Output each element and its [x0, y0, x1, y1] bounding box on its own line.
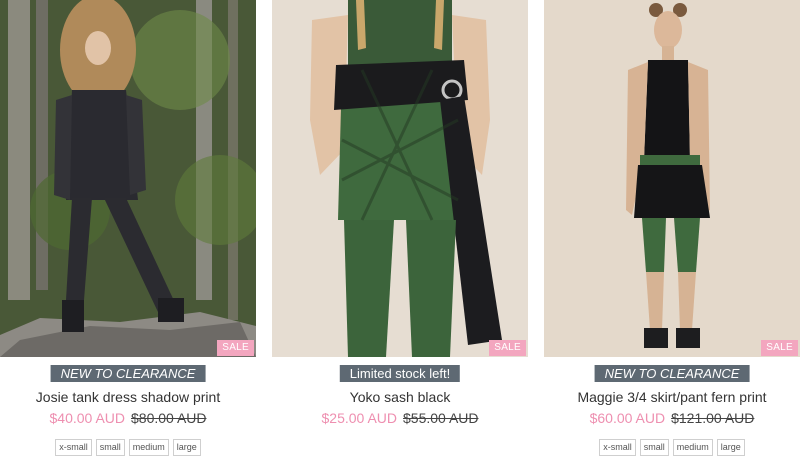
product-image-maggie[interactable]: SALE [544, 0, 800, 357]
sale-badge: SALE [761, 340, 798, 356]
product-title[interactable]: Yoko sash black [272, 389, 528, 405]
price-row: $25.00 AUD $55.00 AUD [272, 410, 528, 426]
product-card-josie[interactable]: SALE NEW TO CLEARANCE Josie tank dress s… [0, 0, 256, 472]
sale-price: $60.00 AUD [589, 410, 666, 426]
original-price: $121.00 AUD [671, 410, 755, 426]
product-image-josie[interactable]: SALE [0, 0, 256, 357]
size-option-large[interactable]: large [716, 439, 745, 456]
sale-price: $25.00 AUD [321, 410, 398, 426]
clearance-tag: NEW TO CLEARANCE [50, 365, 206, 382]
size-option-medium[interactable]: medium [128, 439, 169, 456]
sale-badge: SALE [217, 340, 254, 356]
size-option-medium[interactable]: medium [672, 439, 713, 456]
product-image-yoko[interactable]: SALE [272, 0, 528, 357]
product-title[interactable]: Josie tank dress shadow print [0, 389, 256, 405]
clearance-tag: NEW TO CLEARANCE [594, 365, 750, 382]
product-grid: SALE NEW TO CLEARANCE Josie tank dress s… [0, 0, 800, 472]
size-option-small[interactable]: small [639, 439, 669, 456]
size-option-x-small[interactable]: x-small [55, 439, 92, 456]
size-option-large[interactable]: large [172, 439, 201, 456]
limited-stock-tag: Limited stock left! [339, 365, 461, 382]
size-options: x-small small medium large [0, 437, 256, 456]
sale-price: $40.00 AUD [49, 410, 126, 426]
size-options: x-small small medium large [544, 437, 800, 456]
price-row: $40.00 AUD $80.00 AUD [0, 410, 256, 426]
price-row: $60.00 AUD $121.00 AUD [544, 410, 800, 426]
product-card-yoko[interactable]: SALE Limited stock left! Yoko sash black… [272, 0, 528, 472]
original-price: $80.00 AUD [131, 410, 207, 426]
product-card-maggie[interactable]: SALE NEW TO CLEARANCE Maggie 3/4 skirt/p… [544, 0, 800, 472]
size-option-x-small[interactable]: x-small [599, 439, 636, 456]
size-option-small[interactable]: small [95, 439, 125, 456]
product-title[interactable]: Maggie 3/4 skirt/pant fern print [544, 389, 800, 405]
original-price: $55.00 AUD [403, 410, 479, 426]
sale-badge: SALE [489, 340, 526, 356]
